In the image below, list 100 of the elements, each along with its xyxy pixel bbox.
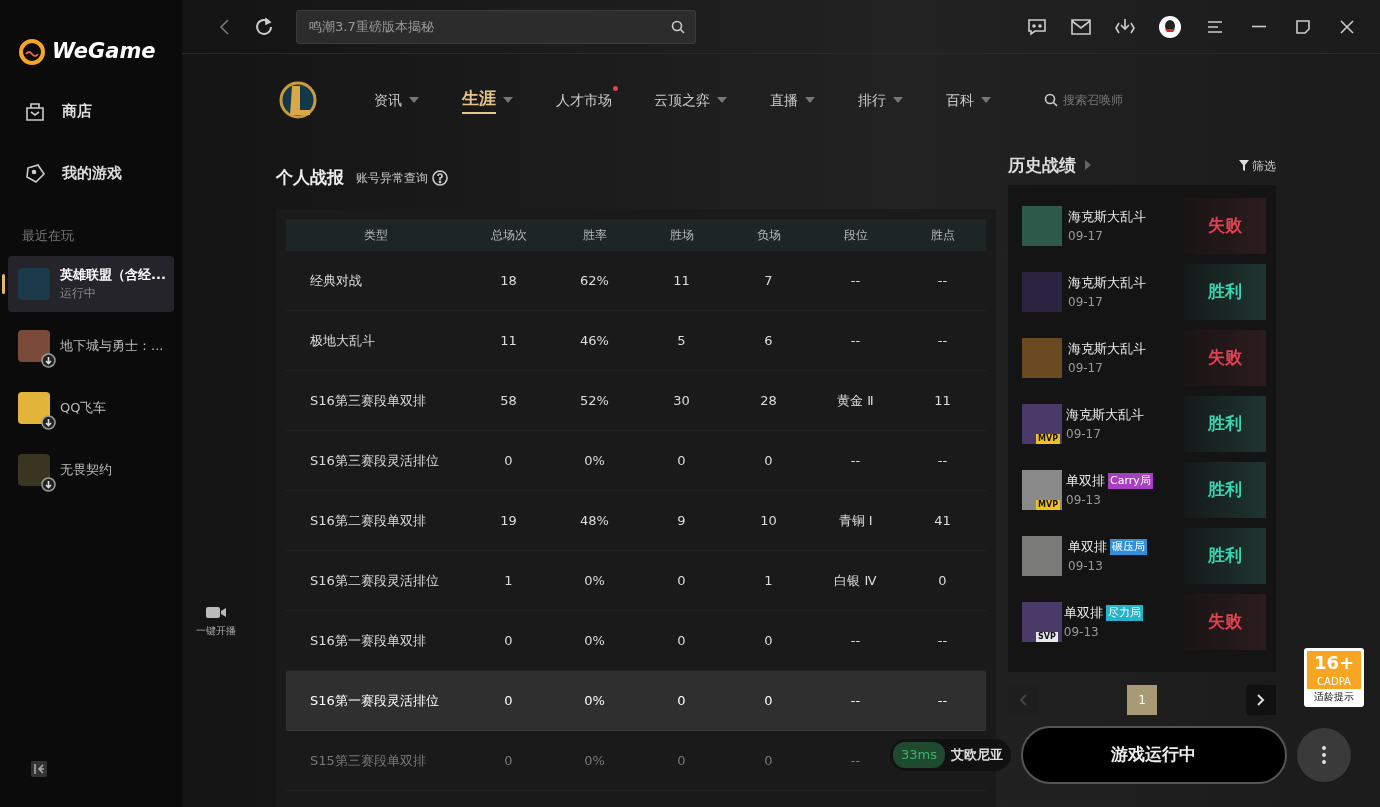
app-logo-text: WeGame — [52, 38, 156, 66]
nav-tab[interactable]: 人才市场 — [546, 89, 622, 111]
match-mode: 海克斯大乱斗 — [1068, 340, 1146, 359]
column-header: 段位 — [842, 227, 869, 244]
next-page-button[interactable] — [1246, 685, 1276, 715]
photo-placeholder — [1022, 536, 1062, 576]
table-cell: 11 — [934, 392, 951, 408]
match-tag: 尽力局 — [1105, 604, 1143, 622]
photo-placeholder — [1022, 602, 1062, 642]
video-camera-icon — [205, 605, 227, 619]
photo-placeholder — [1022, 272, 1062, 312]
match-result: 失败 — [1184, 330, 1266, 386]
filter-button[interactable]: 筛选 — [1238, 156, 1276, 175]
table-cell: 1 — [504, 572, 513, 588]
refresh-button[interactable] — [254, 16, 274, 37]
match-date: 09-17 — [1068, 227, 1104, 245]
section-title: 历史战绩 — [1008, 155, 1076, 176]
photo-placeholder — [1022, 470, 1062, 510]
match-result: 失败 — [1184, 594, 1266, 650]
table-cell: 0 — [504, 752, 513, 768]
match-date: 09-13 — [1066, 491, 1102, 509]
table-cell: S16第二赛段灵活排位 — [310, 572, 439, 588]
recent-game-item[interactable]: QQ飞车 — [8, 379, 174, 436]
collapse-sidebar-button[interactable] — [30, 760, 48, 778]
table-cell: -- — [850, 752, 861, 768]
table-cell: S16第一赛段单双排 — [310, 632, 426, 648]
nav-tab[interactable]: 资讯 — [364, 89, 430, 111]
match-tag: 碾压局 — [1110, 538, 1147, 556]
sidebar-item[interactable]: 商店 — [0, 80, 182, 142]
table-cell: -- — [937, 692, 948, 708]
match-mode: 单双排 — [1066, 472, 1105, 491]
search-field[interactable]: 鸣潮3.7重磅版本揭秘 — [307, 15, 671, 38]
table-cell: 62% — [580, 272, 609, 288]
summoner-search-field[interactable]: 搜索召唤师 — [1060, 90, 1151, 110]
refresh-icon — [254, 16, 274, 37]
table-cell: 0 — [504, 452, 513, 468]
table-cell: 0% — [584, 632, 605, 648]
back-icon — [218, 17, 232, 36]
search-icon — [671, 19, 685, 34]
server-status-pill: 33ms 艾欧尼亚 — [890, 739, 1011, 771]
help-icon — [432, 169, 448, 186]
section-heading: 最近在玩 — [21, 227, 75, 245]
more-vertical-icon — [1321, 745, 1327, 765]
table-cell: 0 — [938, 572, 947, 588]
match-mode: 海克斯大乱斗 — [1068, 274, 1146, 293]
table-cell: 黄金 Ⅱ — [837, 392, 874, 408]
minimize-icon — [1252, 25, 1266, 28]
profile-avatar-button[interactable] — [1158, 14, 1182, 39]
table-cell: -- — [850, 632, 861, 648]
table-cell: S16第二赛段单双排 — [310, 512, 426, 528]
table-cell: 0 — [764, 632, 773, 648]
match-result: 胜利 — [1184, 528, 1266, 584]
table-cell: 30 — [673, 392, 690, 408]
table-cell: 0 — [677, 692, 686, 708]
back-button[interactable] — [218, 17, 232, 36]
table-cell: 0% — [584, 452, 605, 468]
sidebar-item[interactable]: 我的游戏 — [0, 142, 182, 204]
column-header: 胜场 — [668, 227, 695, 244]
nav-tab[interactable]: 云顶之弈 — [644, 89, 738, 111]
match-date: 09-13 — [1063, 623, 1100, 641]
table-cell: 9 — [677, 512, 686, 528]
nav-tab[interactable]: 直播 — [760, 89, 826, 111]
table-cell: 46% — [580, 332, 609, 348]
section-title: 个人战报 — [276, 167, 344, 188]
launch-button[interactable]: 游戏运行中 — [1021, 726, 1287, 784]
table-cell: 28 — [760, 392, 777, 408]
nav-tab[interactable]: 排行 — [848, 89, 914, 111]
table-cell: S16第一赛段灵活排位 — [310, 692, 439, 708]
recent-game-item[interactable]: 地下城与勇士：... — [8, 317, 174, 374]
column-header: 类型 — [363, 227, 389, 244]
table-cell: 58 — [500, 392, 517, 408]
table-cell: 经典对战 — [310, 272, 362, 288]
rank-badge: SVP — [1036, 632, 1058, 642]
table-cell: -- — [850, 272, 861, 288]
table-cell: S15第三赛段单双排 — [310, 752, 426, 768]
match-mode: 海克斯大乱斗 — [1066, 406, 1144, 425]
account-check-link[interactable]: 账号异常查询 — [356, 168, 448, 187]
search-bar[interactable]: 鸣潮3.7重磅版本揭秘 — [296, 9, 696, 44]
table-cell: -- — [937, 452, 948, 468]
table-cell: 18 — [500, 272, 517, 288]
chevron-right-icon — [1084, 159, 1092, 172]
filter-icon — [1238, 160, 1249, 171]
table-cell: 5 — [677, 332, 686, 348]
table-cell: S16第三赛段单双排 — [310, 392, 426, 408]
table-cell: 0 — [764, 452, 773, 468]
match-tag: Carry局 — [1108, 472, 1153, 490]
table-cell: 11 — [500, 332, 517, 348]
column-header: 负场 — [755, 227, 782, 244]
photo-placeholder — [1022, 206, 1062, 246]
nav-tab[interactable]: 生涯 — [452, 86, 524, 114]
table-cell: 19 — [500, 512, 517, 528]
table-cell: S16第三赛段灵活排位 — [310, 452, 439, 468]
column-header: 胜率 — [581, 227, 608, 244]
recent-game-item[interactable]: 无畏契约 — [8, 441, 174, 498]
match-result: 失败 — [1184, 198, 1266, 254]
table-cell: 青铜 Ⅰ — [838, 512, 873, 528]
table-cell: 6 — [764, 332, 773, 348]
go-live-button[interactable]: 一键开播 — [186, 604, 246, 639]
table-cell: 0 — [504, 632, 513, 648]
nav-tab[interactable]: 百科 — [936, 89, 1002, 111]
